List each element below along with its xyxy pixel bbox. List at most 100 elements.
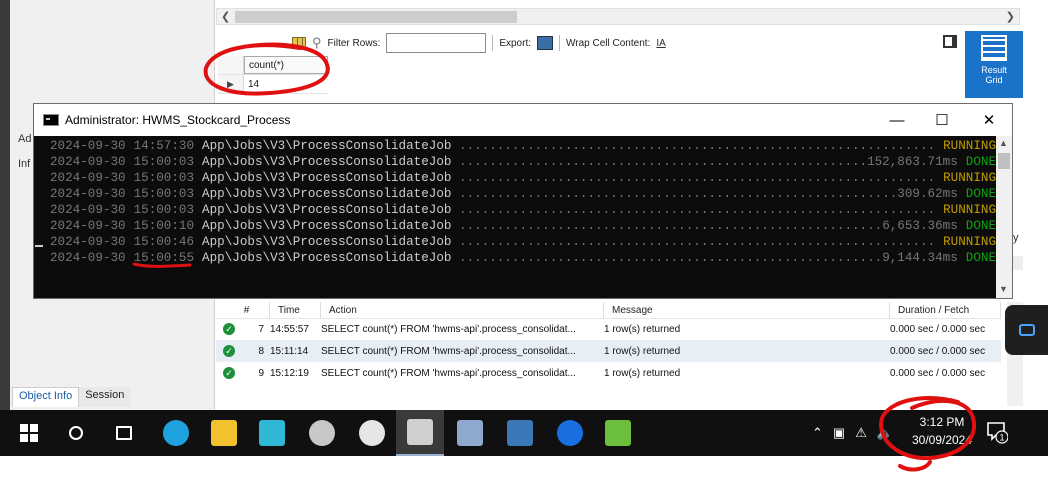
- grid-view-icon[interactable]: [292, 37, 306, 49]
- output-row[interactable]: ✓ 8 15:11:14 SELECT count(*) FROM 'hwms-…: [216, 340, 1001, 362]
- console-status: DONE: [965, 219, 996, 233]
- notification-count: 1: [999, 433, 1004, 443]
- right-edge-text: y: [1013, 232, 1019, 244]
- taskbar-server-manager-button[interactable]: [446, 410, 494, 456]
- wrap-text-icon[interactable]: IA: [656, 38, 665, 49]
- console-status: RUNNING: [943, 139, 996, 153]
- console-job: App\Jobs\V3\ProcessConsolidateJob: [202, 203, 452, 217]
- row-number: 9: [258, 367, 264, 379]
- col-message[interactable]: Message: [604, 302, 890, 319]
- col-time[interactable]: Time: [270, 302, 321, 319]
- col-action[interactable]: Action: [321, 302, 604, 319]
- taskbar-building-app-button[interactable]: [248, 410, 296, 456]
- left-label-2[interactable]: Inf: [12, 158, 31, 183]
- speaker-muted-icon[interactable]: 🔈: [877, 425, 893, 441]
- teamviewer-icon: [557, 420, 583, 446]
- scroll-up-icon[interactable]: ▲: [999, 138, 1008, 148]
- scroll-right-icon[interactable]: ❯: [1006, 9, 1015, 25]
- console-time: 15:00:55: [133, 251, 195, 265]
- console-date: 2024-09-30: [50, 203, 126, 217]
- system-tray: ⌃ ▣ ⚠ 🔈: [812, 410, 893, 456]
- toolbar-divider: [559, 35, 561, 51]
- filter-rows-input[interactable]: [386, 33, 487, 53]
- result-grid-label-2: Grid: [985, 75, 1003, 85]
- result-grid-label-1: Result: [981, 65, 1007, 75]
- cmd-icon: [407, 419, 433, 445]
- taskbar-search-button[interactable]: [52, 410, 100, 456]
- scroll-left-icon[interactable]: ❮: [221, 9, 230, 25]
- console-date: 2024-09-30: [50, 219, 126, 233]
- results-horizontal-scrollbar[interactable]: ❮ ❯: [216, 8, 1020, 25]
- scroll-down-icon[interactable]: ▼: [999, 284, 1008, 294]
- taskbar-clock-app-button[interactable]: [348, 410, 396, 456]
- col-duration[interactable]: Duration / Fetch: [890, 302, 1001, 319]
- console-job: App\Jobs\V3\ProcessConsolidateJob: [202, 235, 452, 249]
- taskbar-edge-button[interactable]: [152, 410, 200, 456]
- console-status: DONE: [965, 187, 996, 201]
- scrollbar-thumb[interactable]: [235, 11, 517, 23]
- output-row[interactable]: ✓ 9 15:12:19 SELECT count(*) FROM 'hwms-…: [216, 362, 1001, 384]
- teamviewer-icon: [1018, 324, 1035, 336]
- console-time: 15:00:03: [133, 171, 195, 185]
- result-grid-button[interactable]: Result Grid: [965, 31, 1023, 98]
- console-title-bar[interactable]: Administrator: HWMS_Stockcard_Process — …: [34, 104, 1012, 136]
- tab-session[interactable]: Session: [79, 387, 131, 407]
- network-icon[interactable]: ▣: [833, 425, 845, 441]
- left-label-1[interactable]: Ad: [12, 133, 31, 158]
- console-job: App\Jobs\V3\ProcessConsolidateJob: [202, 171, 452, 185]
- console-app-icon[interactable]: [43, 114, 59, 126]
- count-cell[interactable]: 14: [244, 75, 328, 93]
- console-line: 2024-09-30 15:00:55 App\Jobs\V3\ProcessCon…: [50, 250, 996, 266]
- col-num[interactable]: #: [216, 302, 270, 319]
- console-date: 2024-09-30: [50, 155, 126, 169]
- console-duration: 9,144.34ms: [882, 251, 958, 265]
- taskbar-teamviewer-button[interactable]: [546, 410, 594, 456]
- taskbar-command-prompt-button[interactable]: [396, 410, 444, 456]
- screen: Ad Inf ❮ ❯ ⚲ Filter Rows: Export: Wrap C…: [0, 0, 1048, 479]
- row-number: 7: [258, 323, 264, 335]
- taskbar-clock[interactable]: 3:12 PM 30/09/2024: [905, 413, 979, 449]
- console-window[interactable]: Administrator: HWMS_Stockcard_Process — …: [33, 103, 1013, 299]
- console-scrollbar[interactable]: ▲ ▼: [996, 136, 1012, 298]
- taskbar-file-explorer-button[interactable]: [200, 410, 248, 456]
- close-button[interactable]: ✕: [966, 104, 1012, 136]
- console-dots: ........................................…: [459, 251, 883, 265]
- filter-rows-label: Filter Rows:: [327, 37, 381, 49]
- chevron-up-icon[interactable]: ⌃: [812, 425, 823, 441]
- console-dots: ........................................…: [459, 155, 868, 169]
- tab-object-info[interactable]: Object Info: [12, 387, 80, 407]
- maximize-button[interactable]: ☐: [919, 104, 965, 136]
- windows-logo-icon: [20, 424, 38, 442]
- console-job: App\Jobs\V3\ProcessConsolidateJob: [202, 187, 452, 201]
- output-log-header: # Time Action Message Duration / Fetch: [216, 302, 1001, 319]
- taskbar-settings-button[interactable]: [298, 410, 346, 456]
- export-icon[interactable]: [537, 36, 554, 50]
- filter-icon: ⚲: [312, 35, 322, 50]
- console-time: 15:00:10: [133, 219, 195, 233]
- taskbar-task-view-button[interactable]: [100, 410, 148, 456]
- console-time: 15:00:03: [133, 155, 195, 169]
- shield-alert-icon[interactable]: ⚠: [855, 425, 867, 441]
- notification-center-icon[interactable]: 1: [986, 420, 1008, 444]
- taskbar-mysql-workbench-button[interactable]: [496, 410, 544, 456]
- minimize-button[interactable]: —: [874, 104, 920, 136]
- console-dots: ........................................…: [459, 203, 936, 217]
- output-row[interactable]: ✓ 7 14:55:57 SELECT count(*) FROM 'hwms-…: [216, 318, 1001, 340]
- taskbar-start-button[interactable]: [5, 410, 53, 456]
- success-check-icon: ✓: [223, 345, 235, 357]
- console-job: App\Jobs\V3\ProcessConsolidateJob: [202, 139, 452, 153]
- console-scroll-thumb[interactable]: [998, 153, 1010, 169]
- console-job: App\Jobs\V3\ProcessConsolidateJob: [202, 155, 452, 169]
- console-output[interactable]: 2024-09-30 14:57:30 App\Jobs\V3\ProcessCon…: [34, 136, 996, 298]
- toggle-side-panel-icon[interactable]: [943, 35, 957, 48]
- row-duration: 0.000 sec / 0.000 sec: [890, 367, 986, 379]
- console-dots: ........................................…: [459, 235, 936, 249]
- table-row[interactable]: ▶ 14: [218, 75, 328, 94]
- console-time: 15:00:03: [133, 187, 195, 201]
- console-time: 14:57:30: [133, 139, 195, 153]
- teamviewer-side-tab[interactable]: [1005, 305, 1048, 355]
- taskbar-notepad-app-button[interactable]: [594, 410, 642, 456]
- console-dots: ........................................…: [459, 187, 898, 201]
- column-header-count[interactable]: count(*): [244, 56, 328, 74]
- console-dots: ........................................…: [459, 139, 936, 153]
